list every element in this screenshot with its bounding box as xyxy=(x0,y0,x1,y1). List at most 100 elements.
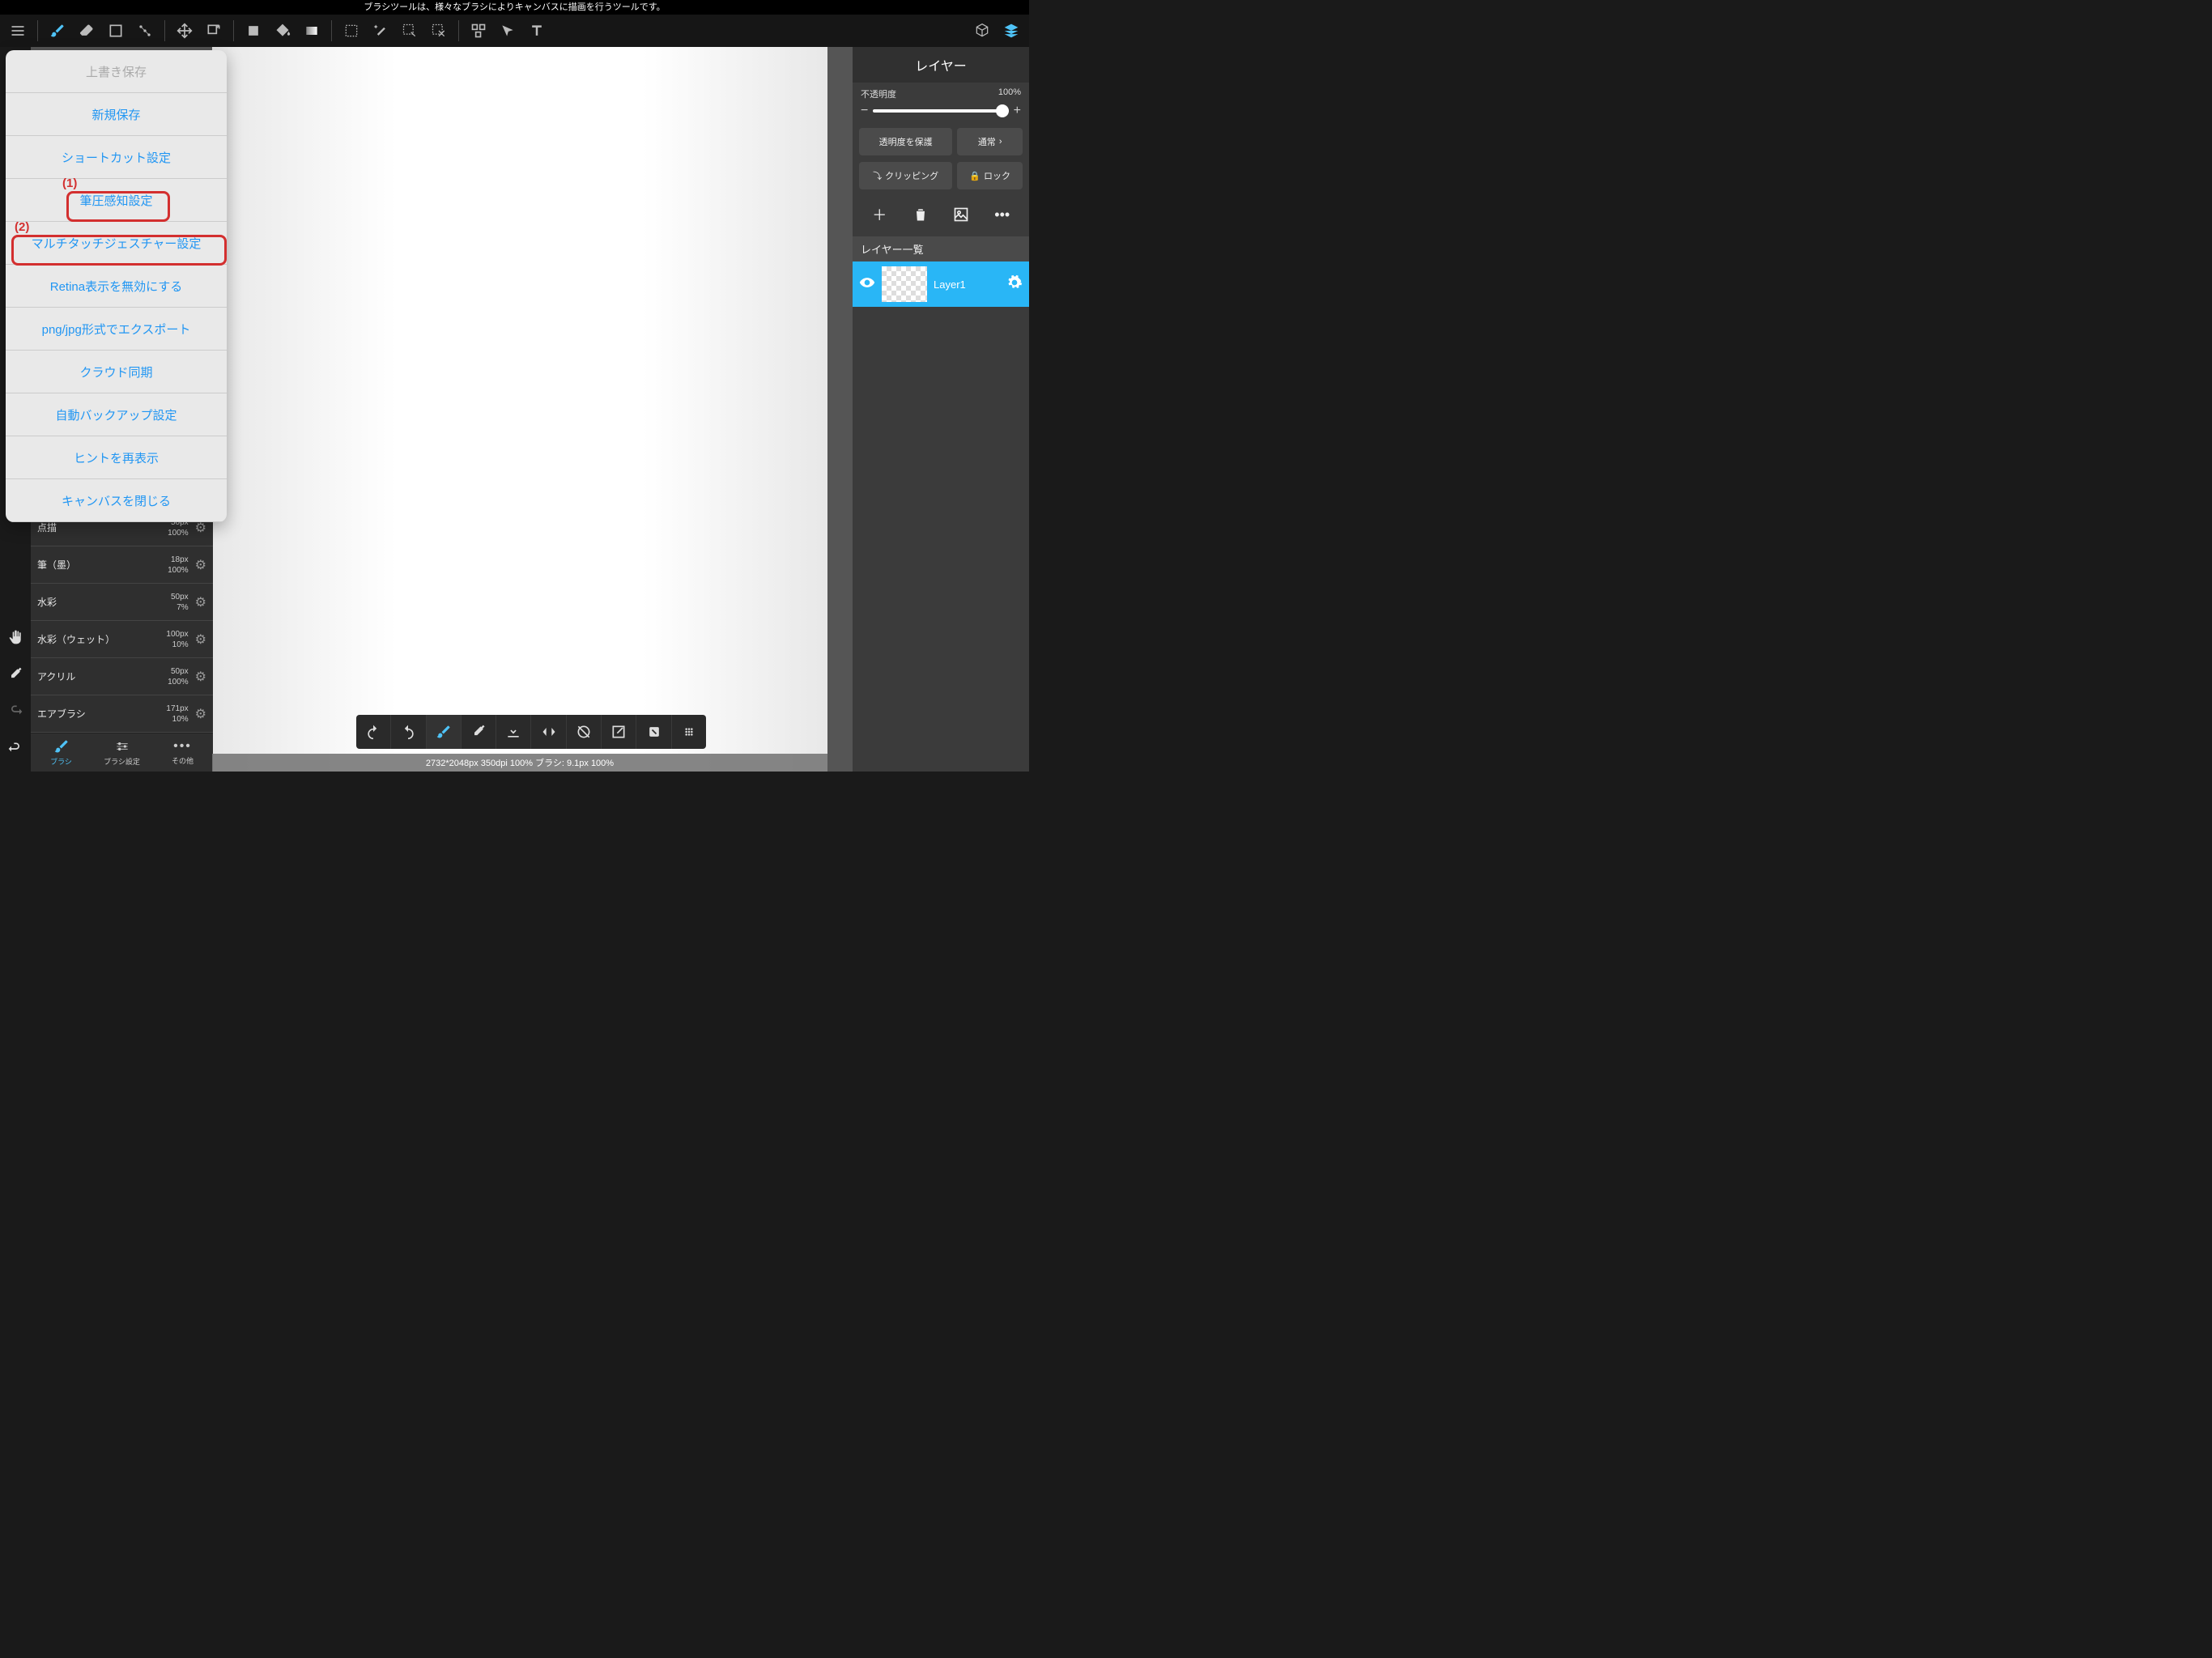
layer-name: Layer1 xyxy=(934,278,1000,291)
opacity-slider[interactable]: − + xyxy=(853,104,1029,125)
gear-icon[interactable]: ⚙ xyxy=(195,594,206,610)
layer-more-button[interactable]: ••• xyxy=(990,202,1015,227)
gear-icon[interactable]: ⚙ xyxy=(195,669,206,685)
bucket-tool-icon[interactable] xyxy=(268,16,297,45)
layers-panel: レイヤー 不透明度 100% − + 透明度を保護 通常› ⤵クリッピング 🔒ロ… xyxy=(853,47,1029,772)
eyedropper-icon[interactable] xyxy=(4,663,27,686)
eraser-tool-icon[interactable] xyxy=(72,16,101,45)
brush-values: 100px10% xyxy=(166,629,188,650)
text-tool-icon[interactable] xyxy=(522,16,551,45)
menu-item-1[interactable]: 新規保存 xyxy=(6,93,227,136)
brush-panel-tabs: ブラシ ブラシ設定 •••その他 xyxy=(31,733,213,772)
menu-item-2[interactable]: ショートカット設定 xyxy=(6,136,227,179)
gradient-tool-icon[interactable] xyxy=(297,16,326,45)
layers-panel-title: レイヤー xyxy=(853,47,1029,83)
menu-item-0: 上書き保存 xyxy=(6,50,227,93)
lock-button[interactable]: 🔒ロック xyxy=(957,162,1023,189)
menu-item-9[interactable]: ヒントを再表示 xyxy=(6,436,227,479)
brush-name: アクリル xyxy=(37,670,75,683)
add-layer-button[interactable]: ＋ xyxy=(867,202,891,227)
clipping-button[interactable]: ⤵クリッピング xyxy=(859,162,952,189)
menu-item-3[interactable]: 筆圧感知設定 xyxy=(6,179,227,222)
fullscreen-icon[interactable] xyxy=(636,715,671,749)
separator xyxy=(37,20,38,41)
brush-tab-brush[interactable]: ブラシ xyxy=(31,733,91,772)
slider-plus-icon[interactable]: + xyxy=(1014,104,1021,118)
dots-tool-icon[interactable] xyxy=(130,16,160,45)
menu-item-8[interactable]: 自動バックアップ設定 xyxy=(6,393,227,436)
gear-icon[interactable]: ⚙ xyxy=(195,557,206,573)
clip-icon: ⤵ xyxy=(873,169,882,182)
select-rect-icon[interactable] xyxy=(337,16,366,45)
menu-item-10[interactable]: キャンバスを閉じる xyxy=(6,479,227,522)
gear-icon[interactable]: ⚙ xyxy=(195,706,206,722)
cube-icon[interactable] xyxy=(968,16,997,45)
rotate-off-icon[interactable] xyxy=(567,715,602,749)
save-quick-icon[interactable] xyxy=(496,715,531,749)
chevron-right-icon: › xyxy=(999,137,1002,147)
selector-tool-icon[interactable] xyxy=(493,16,522,45)
top-toolbar xyxy=(0,15,1029,47)
hamburger-menu-button[interactable] xyxy=(3,16,32,45)
brush-panel: 点描50px100%⚙筆（墨）18px100%⚙水彩50px7%⚙水彩（ウェット… xyxy=(31,509,213,772)
opacity-label: 不透明度 xyxy=(861,87,896,100)
clear-icon[interactable] xyxy=(602,715,636,749)
separator xyxy=(164,20,165,41)
menu-item-5[interactable]: Retina表示を無効にする xyxy=(6,265,227,308)
brush-values: 50px7% xyxy=(171,592,189,613)
move-tool-icon[interactable] xyxy=(170,16,199,45)
fill-tool-icon[interactable] xyxy=(239,16,268,45)
dropper-quick-icon[interactable] xyxy=(462,715,496,749)
canvas[interactable] xyxy=(212,47,827,772)
brush-preset-row[interactable]: 水彩 50px7% ⚙ xyxy=(31,584,213,621)
shape-tool-icon[interactable] xyxy=(101,16,130,45)
brush-preset-row[interactable]: 水彩（ウェット） 100px10% ⚙ xyxy=(31,621,213,658)
brush-values: 171px10% xyxy=(166,704,188,725)
grip-icon[interactable] xyxy=(672,715,706,749)
visibility-icon[interactable] xyxy=(859,274,875,295)
menu-item-4[interactable]: マルチタッチジェスチャー設定 xyxy=(6,222,227,265)
status-bar: 2732*2048px 350dpi 100% ブラシ: 9.1px 100% xyxy=(212,754,827,772)
gear-icon[interactable]: ⚙ xyxy=(195,631,206,648)
brush-values: 50px100% xyxy=(168,666,189,687)
protect-transparency-button[interactable]: 透明度を保護 xyxy=(859,128,952,155)
delete-layer-button[interactable] xyxy=(908,202,933,227)
layer-settings-icon[interactable] xyxy=(1006,274,1023,295)
slider-minus-icon[interactable]: − xyxy=(861,104,868,118)
redo-icon[interactable] xyxy=(4,700,27,723)
brush-name: 水彩 xyxy=(37,595,57,609)
menu-item-6[interactable]: png/jpg形式でエクスポート xyxy=(6,308,227,351)
opacity-value: 100% xyxy=(998,87,1021,100)
brush-values: 18px100% xyxy=(168,555,189,576)
flip-icon[interactable] xyxy=(531,715,566,749)
separator xyxy=(331,20,332,41)
brush-tab-settings[interactable]: ブラシ設定 xyxy=(91,733,152,772)
blend-mode-button[interactable]: 通常› xyxy=(957,128,1023,155)
brush-tab-other[interactable]: •••その他 xyxy=(152,733,213,772)
menu-item-7[interactable]: クラウド同期 xyxy=(6,351,227,393)
select-brush-icon[interactable] xyxy=(395,16,424,45)
layers-icon[interactable] xyxy=(997,16,1026,45)
brush-name: 水彩（ウェット） xyxy=(37,632,115,646)
brush-preset-row[interactable]: アクリル 50px100% ⚙ xyxy=(31,658,213,695)
hand-tool-icon[interactable] xyxy=(4,626,27,648)
brush-preset-row[interactable]: エアブラシ171px10%⚙ xyxy=(31,695,213,733)
select-eraser-icon[interactable] xyxy=(424,16,453,45)
brush-tool-icon[interactable] xyxy=(43,16,72,45)
undo-button[interactable] xyxy=(356,715,391,749)
redo-button[interactable] xyxy=(391,715,426,749)
magic-wand-icon[interactable] xyxy=(366,16,395,45)
lock-icon: 🔒 xyxy=(969,171,981,181)
main-menu-popup: 上書き保存新規保存ショートカット設定筆圧感知設定マルチタッチジェスチャー設定Re… xyxy=(6,50,227,522)
brush-name: 点描 xyxy=(37,521,57,534)
brush-name: 筆（墨） xyxy=(37,558,76,572)
undo-icon[interactable] xyxy=(4,738,27,760)
layer-row[interactable]: Layer1 xyxy=(853,261,1029,307)
grid-tool-icon[interactable] xyxy=(464,16,493,45)
layer-image-button[interactable] xyxy=(949,202,973,227)
bottom-toolbar xyxy=(356,715,706,749)
brush-preset-row[interactable]: 筆（墨） 18px100% ⚙ xyxy=(31,546,213,584)
transform-tool-icon[interactable] xyxy=(199,16,228,45)
separator xyxy=(458,20,459,41)
brush-quick-icon[interactable] xyxy=(427,715,462,749)
